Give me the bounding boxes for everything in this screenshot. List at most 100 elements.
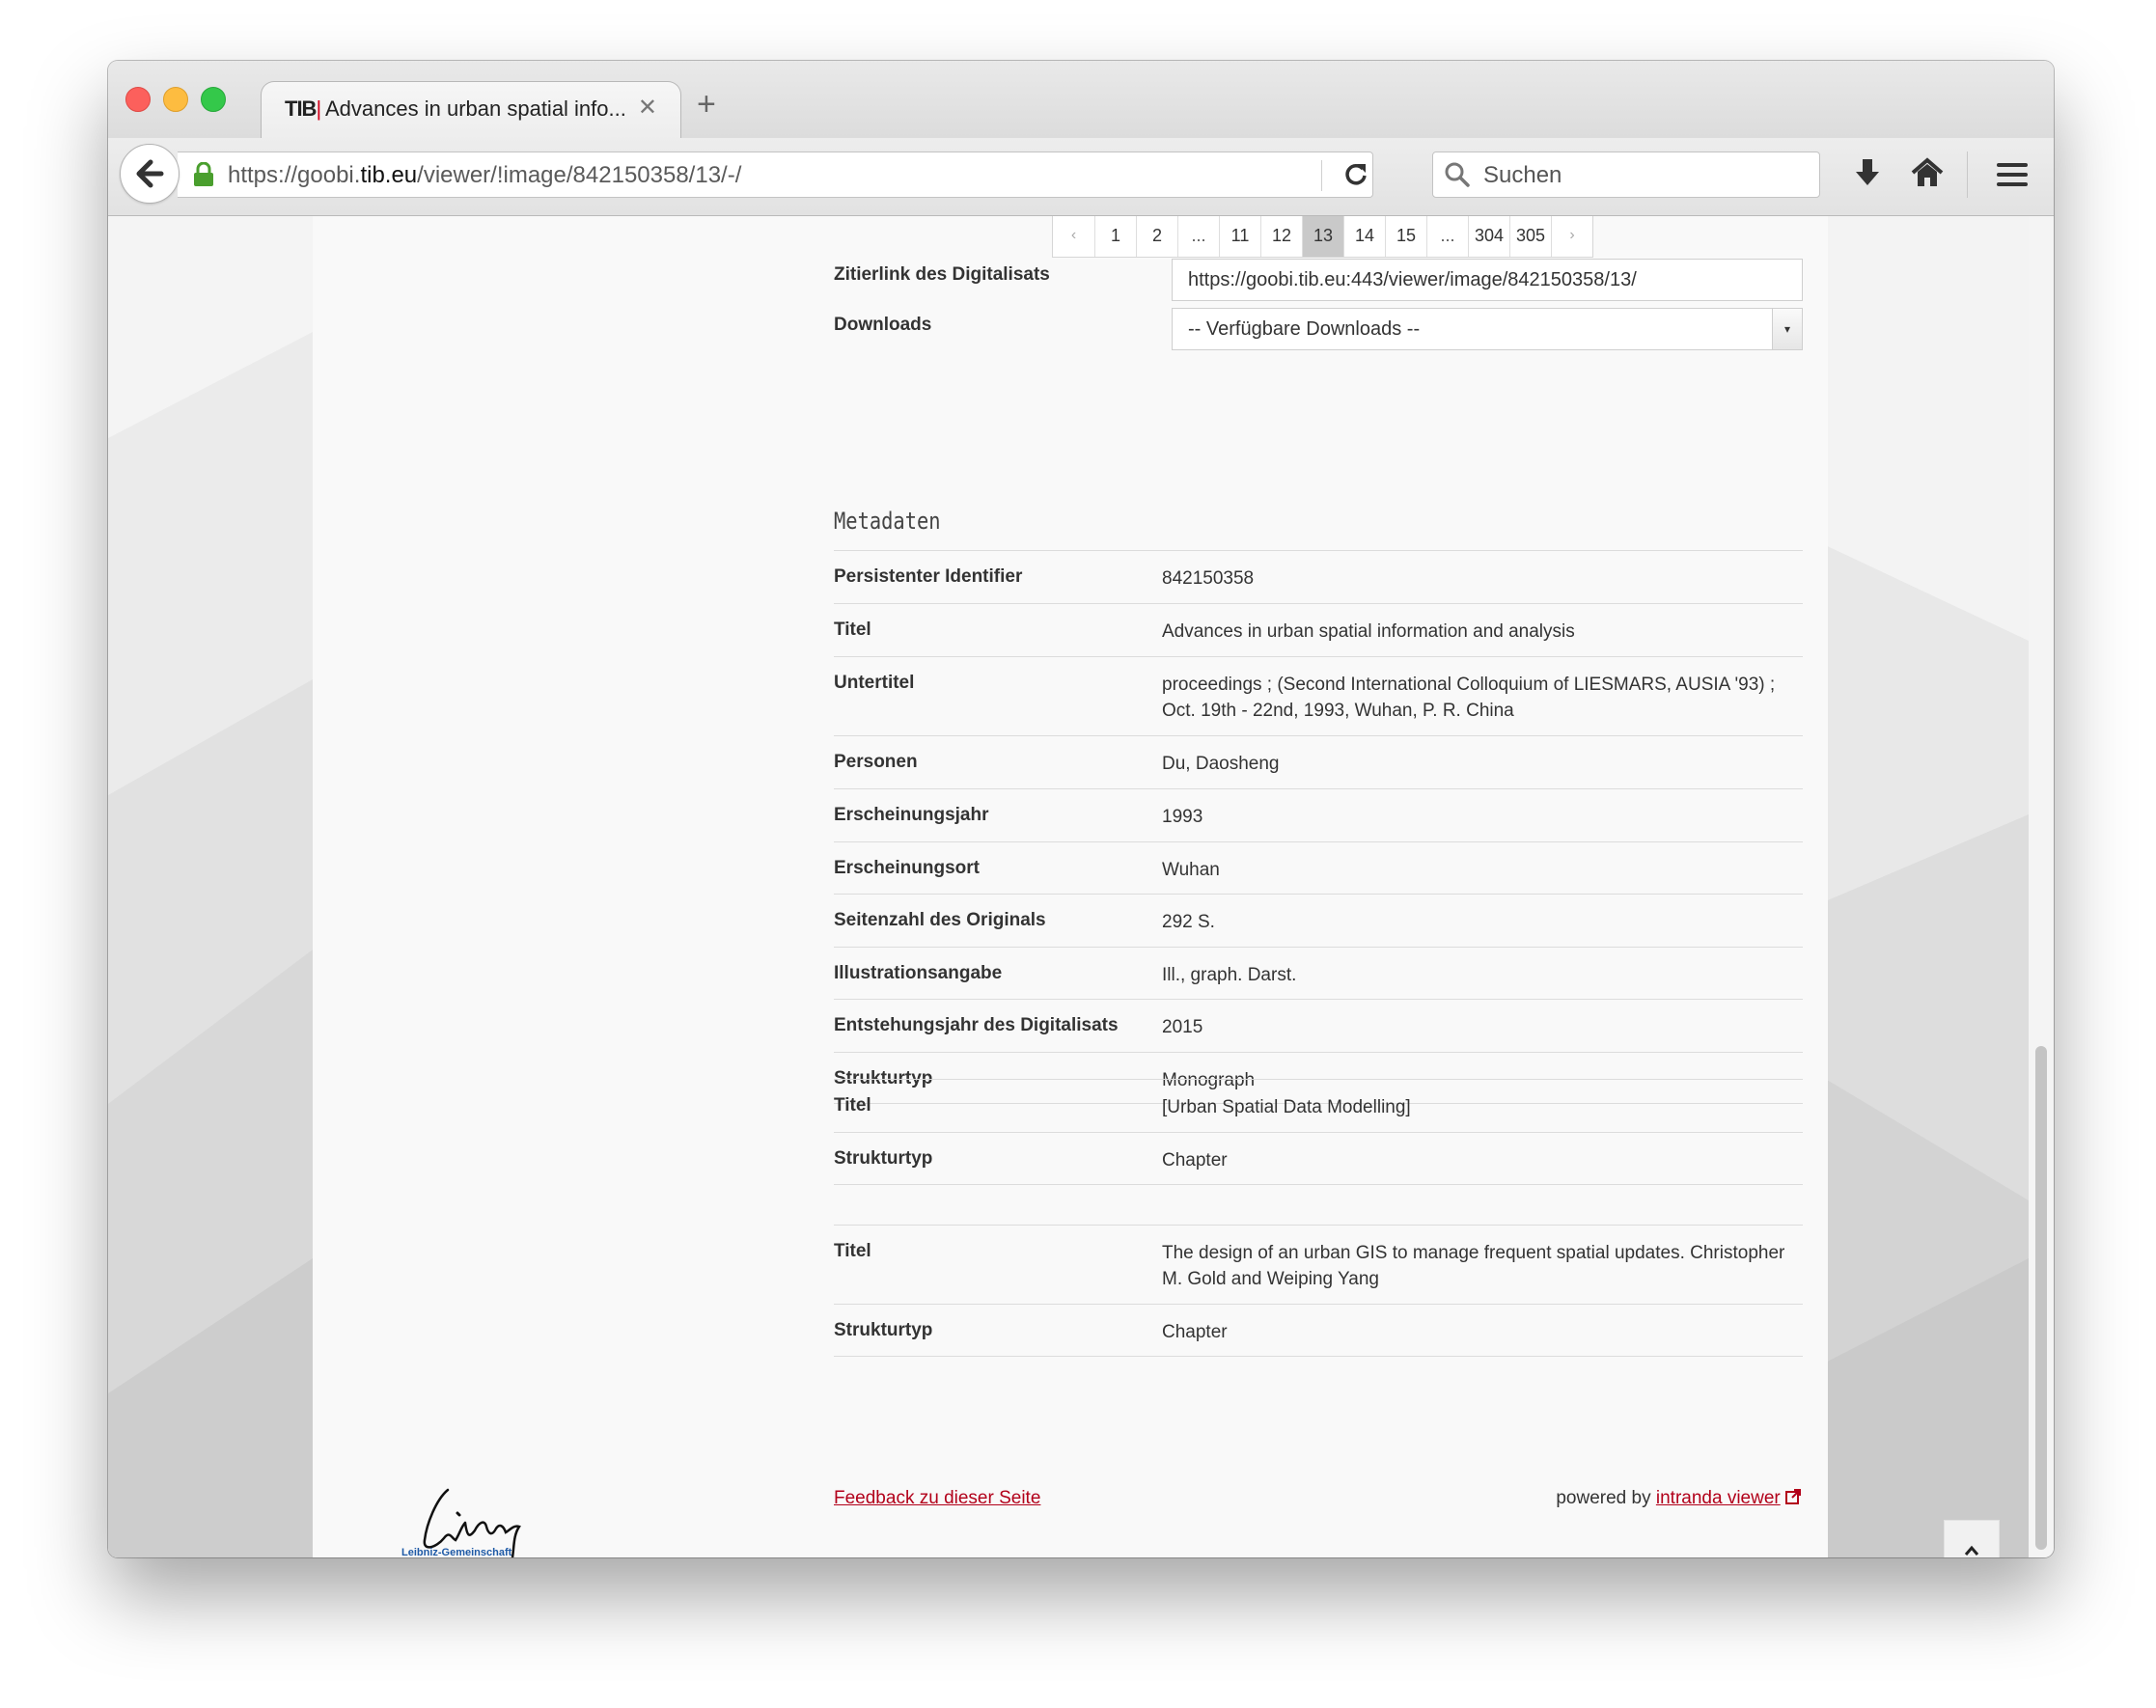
url-separator [1321, 160, 1322, 191]
back-button[interactable] [120, 144, 180, 204]
pagination: ‹ 1 2 ... 11 12 13 14 15 ... 304 305 › [1052, 216, 1593, 258]
metadata-key: Entstehungsjahr des Digitalisats [834, 1015, 1119, 1035]
metadata-value: 842150358 [1162, 568, 1255, 589]
metadata-value: Du, Daosheng [1162, 754, 1280, 774]
scroll-to-top-button[interactable] [1944, 1520, 2000, 1557]
metadata-row: Persistenter Identifier 842150358 [834, 550, 1803, 603]
url-text[interactable]: https://goobi.tib.eu/viewer/!image/84215… [228, 162, 741, 189]
citation-label: Zitierlink des Digitalisats [834, 264, 1050, 285]
tab-title: Advances in urban spatial info... [325, 96, 626, 121]
tib-favicon-icon: TIB| [285, 96, 321, 121]
metadata-value: Wuhan [1162, 860, 1220, 880]
powered-by-text: powered by [1556, 1488, 1651, 1508]
chevron-up-icon [1964, 1545, 1979, 1556]
pagination-page[interactable]: 1 [1094, 216, 1136, 257]
metadata-key: Strukturtyp [834, 1320, 933, 1340]
metadata-row: Illustrationsangabe Ill., graph. Darst. [834, 947, 1803, 999]
navigation-bar: https://goobi.tib.eu/viewer/!image/84215… [108, 138, 2054, 216]
metadata-key: Illustrationsangabe [834, 963, 1003, 983]
back-arrow-icon [136, 159, 164, 188]
metadata-value: Chapter [1162, 1322, 1228, 1342]
metadata-key: Strukturtyp [834, 1148, 933, 1169]
pagination-page[interactable]: 2 [1136, 216, 1177, 257]
hamburger-menu-icon[interactable] [1996, 161, 2029, 188]
metadata-chapter-table: Titel The design of an urban GIS to mana… [834, 1225, 1803, 1357]
page-viewport: ‹ 1 2 ... 11 12 13 14 15 ... 304 305 › Z… [108, 216, 2054, 1557]
download-icon[interactable] [1853, 157, 1882, 188]
pagination-page[interactable]: 14 [1343, 216, 1385, 257]
metadata-key: Titel [834, 1241, 871, 1261]
metadata-key: Erscheinungsort [834, 858, 980, 878]
pagination-next[interactable]: › [1551, 216, 1592, 257]
pagination-page[interactable]: 12 [1260, 216, 1302, 257]
metadata-row: Titel Advances in urban spatial informat… [834, 603, 1803, 656]
pagination-page[interactable]: 304 [1468, 216, 1509, 257]
pagination-page[interactable]: 11 [1219, 216, 1260, 257]
metadata-table: Persistenter Identifier 842150358 Titel … [834, 550, 1803, 1104]
pagination-ellipsis: ... [1426, 216, 1468, 257]
pagination-ellipsis: ... [1177, 216, 1219, 257]
metadata-row: Seitenzahl des Originals 292 S. [834, 894, 1803, 947]
metadata-row: Personen Du, Daosheng [834, 735, 1803, 788]
browser-window: TIB| Advances in urban spatial info... ✕… [108, 61, 2054, 1557]
intranda-viewer-link[interactable]: intranda viewer [1656, 1488, 1781, 1508]
search-icon [1445, 162, 1470, 187]
feedback-link[interactable]: Feedback zu dieser Seite [834, 1488, 1040, 1509]
background-pattern-right [1803, 216, 2029, 1557]
metadata-row: Untertitel proceedings ; (Second Interna… [834, 656, 1803, 735]
leibniz-caption: Leibniz-Gemeinschaft [401, 1547, 512, 1557]
scrollbar-track[interactable] [2029, 216, 2054, 1557]
metadata-value: 292 S. [1162, 912, 1215, 932]
metadata-value: 2015 [1162, 1017, 1203, 1037]
scrollbar-thumb[interactable] [2035, 1046, 2047, 1550]
pagination-page[interactable]: 305 [1509, 216, 1551, 257]
new-tab-button[interactable]: + [697, 88, 716, 121]
powered-by: powered by intranda viewer [1556, 1488, 1801, 1509]
dropdown-arrow-icon: ▾ [1772, 309, 1802, 349]
pagination-page-active[interactable]: 13 [1302, 216, 1343, 257]
downloads-selected-value: -- Verfügbare Downloads -- [1188, 318, 1421, 340]
metadata-row: Titel The design of an urban GIS to mana… [834, 1225, 1803, 1304]
metadata-row: Titel [Urban Spatial Data Modelling] [834, 1079, 1803, 1132]
citation-link-field[interactable]: https://goobi.tib.eu:443/viewer/image/84… [1172, 259, 1803, 301]
metadata-row: Erscheinungsort Wuhan [834, 841, 1803, 894]
lock-icon [194, 162, 213, 186]
metadata-key: Erscheinungsjahr [834, 805, 989, 825]
leibniz-logo: Leibniz-Gemeinschaft [398, 1480, 542, 1557]
downloads-select[interactable]: -- Verfügbare Downloads -- ▾ [1172, 308, 1803, 350]
metadata-value: 1993 [1162, 807, 1203, 827]
metadata-key: Personen [834, 752, 918, 772]
metadata-value: Advances in urban spatial information an… [1162, 621, 1575, 642]
tab-bar: TIB| Advances in urban spatial info... ✕… [108, 61, 2054, 140]
search-placeholder: Suchen [1483, 162, 1562, 188]
metadata-key: Titel [834, 1095, 871, 1116]
metadata-row: Strukturtyp Chapter [834, 1132, 1803, 1185]
metadata-key: Titel [834, 620, 871, 640]
metadata-row: Strukturtyp Chapter [834, 1304, 1803, 1357]
metadata-row: Entstehungsjahr des Digitalisats 2015 [834, 999, 1803, 1052]
address-bar[interactable]: https://goobi.tib.eu/viewer/!image/84215… [178, 152, 1373, 198]
leibniz-signature-icon: Leibniz-Gemeinschaft [401, 1488, 521, 1557]
browser-tab[interactable]: TIB| Advances in urban spatial info... ✕ [261, 81, 681, 140]
reload-icon[interactable] [1341, 160, 1370, 189]
home-icon[interactable] [1911, 157, 1944, 188]
metadata-value: [Urban Spatial Data Modelling] [1162, 1097, 1411, 1117]
close-window-button[interactable] [125, 87, 151, 112]
search-bar[interactable]: Suchen [1432, 152, 1820, 198]
metadata-key: Persistenter Identifier [834, 566, 1023, 587]
metadata-key: Untertitel [834, 673, 915, 693]
downloads-label: Downloads [834, 315, 932, 335]
pagination-page[interactable]: 15 [1385, 216, 1426, 257]
metadata-chapter-table: Titel [Urban Spatial Data Modelling] Str… [834, 1079, 1803, 1185]
metadata-value: proceedings ; (Second International Coll… [1162, 675, 1776, 721]
tab-close-icon[interactable]: ✕ [638, 94, 657, 122]
metadata-value: Chapter [1162, 1150, 1228, 1171]
pagination-prev[interactable]: ‹ [1053, 216, 1094, 257]
minimize-window-button[interactable] [163, 87, 188, 112]
metadata-heading: Metadaten [834, 508, 941, 535]
background-pattern-left [108, 216, 313, 1557]
zoom-window-button[interactable] [201, 87, 226, 112]
metadata-key: Seitenzahl des Originals [834, 910, 1046, 930]
external-link-icon[interactable] [1785, 1489, 1801, 1504]
metadata-value: The design of an urban GIS to manage fre… [1162, 1243, 1785, 1289]
